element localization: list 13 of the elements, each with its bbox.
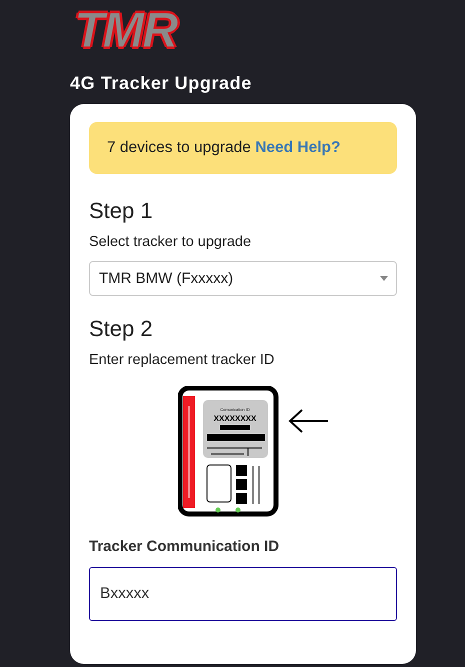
arrow-icon [288,409,329,433]
step-heading: Step 1 [89,198,153,224]
step-heading: Step 2 [89,316,153,342]
field-label: Tracker Communication ID [89,538,280,555]
logo: TMR [74,2,176,58]
info-banner: 7 devices to upgrade Need Help? [89,122,397,174]
help-link[interactable]: Need Help? [255,139,340,156]
page-title: 4G Tracker Upgrade [70,72,252,94]
caret-icon [380,276,388,281]
step-label: Select tracker to upgrade [89,234,252,250]
tracker-id-input[interactable]: Bxxxxx [89,567,397,621]
step-label: Enter replacement tracker ID [89,352,274,368]
tracker-select[interactable]: TMR BMW (Fxxxxx) [89,261,397,296]
